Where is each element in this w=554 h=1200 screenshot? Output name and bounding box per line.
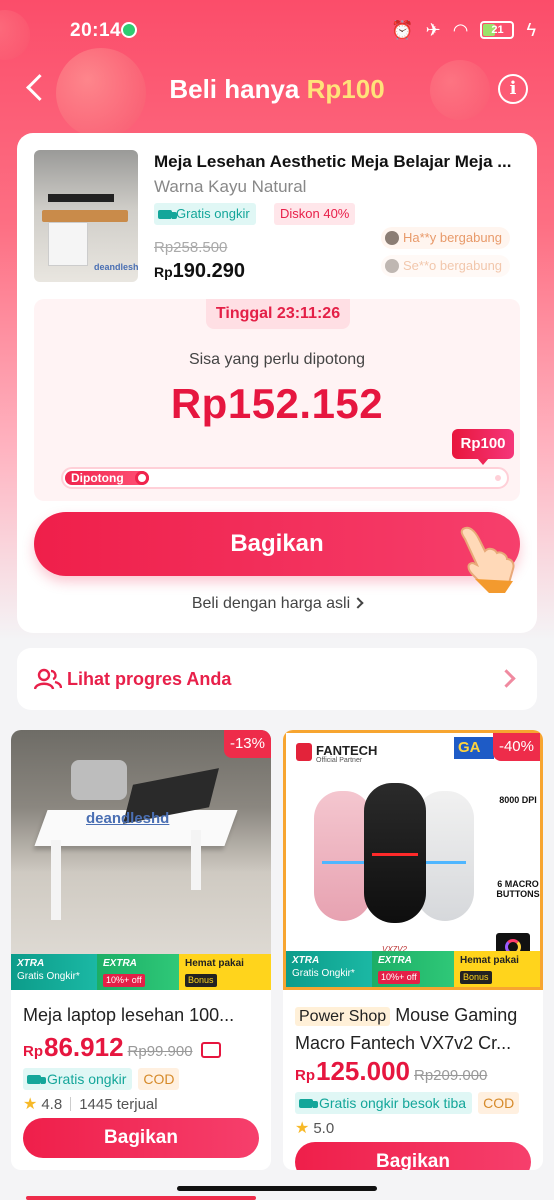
spec-dpi: 8000 DPI — [499, 795, 537, 805]
cut-progress-panel: Tinggal 23:11:26 Sisa yang perlu dipoton… — [34, 299, 520, 501]
remaining-label: Sisa yang perlu dipotong — [188, 351, 366, 368]
whatsapp-icon — [121, 22, 137, 38]
sold-count: 1445 terjual — [79, 1095, 158, 1113]
product-price: Rp 125.000 Rp209.000 — [295, 1056, 488, 1086]
spec-buttons: 6 MACRO BUTTONS — [496, 879, 540, 899]
truck-icon — [27, 1074, 46, 1084]
product-rating: ★ 5.0 — [295, 1119, 335, 1138]
share-button[interactable]: Bagikan — [34, 512, 520, 576]
progress-label: Dipotong — [71, 471, 124, 485]
status-bar: 20:14 ⏰ ✈ ◠ 21 ϟ — [0, 0, 554, 62]
product-original-price: Rp99.900 — [127, 1043, 193, 1060]
joined-user-badge: Se**o bergabung — [381, 255, 511, 277]
next-card-peek — [26, 1196, 256, 1200]
people-icon — [34, 668, 62, 690]
star-icon: ★ — [295, 1120, 310, 1137]
info-icon[interactable]: i — [498, 74, 528, 104]
product-variant: Warna Kayu Natural — [154, 177, 307, 196]
ribbon-label: GA — [454, 737, 494, 759]
share-button[interactable]: Bagikan — [295, 1142, 531, 1170]
charging-icon: ϟ — [526, 20, 536, 40]
discount-tag: Diskon 40% — [274, 203, 356, 225]
product-card[interactable]: deandleshd -13% XTRA Gratis Ongkir* EXTRA… — [11, 730, 271, 1170]
mouse-black — [364, 783, 426, 923]
product-image[interactable]: deandleshd -13% XTRA Gratis Ongkir* EXTRA… — [11, 730, 271, 990]
product-title: Meja Lesehan Aesthetic Meja Belajar Meja… — [154, 152, 512, 171]
discount-badge: -13% — [223, 730, 271, 758]
wifi-icon: ◠ — [452, 20, 469, 40]
avatar — [385, 259, 399, 273]
cod-tag: COD — [138, 1068, 180, 1090]
airplane-icon: ✈ — [425, 20, 441, 40]
truck-icon — [299, 1098, 318, 1108]
battery-icon: 21 — [480, 21, 515, 39]
battery-level: 21 — [491, 24, 504, 36]
free-shipping-tag: Gratis ongkir besok tiba — [295, 1092, 473, 1114]
product-rating: ★ 4.8 1445 terjual — [23, 1095, 158, 1114]
brand-name: FANTECH — [316, 743, 378, 758]
current-price: Rp190.290 — [154, 260, 245, 282]
product-thumbnail[interactable]: deandleshd — [34, 150, 138, 282]
star-icon: ★ — [23, 1096, 38, 1113]
discount-badge: -40% — [492, 733, 540, 761]
paylater-icon — [200, 1042, 221, 1058]
chevron-right-icon — [352, 597, 364, 609]
product-price: Rp 86.912 Rp99.900 — [23, 1032, 221, 1063]
progress-end-dot — [493, 473, 503, 483]
buy-original-link[interactable]: Beli dengan harga asli — [17, 595, 537, 613]
chevron-right-icon — [497, 669, 516, 688]
image-watermark: deandleshd — [86, 810, 170, 827]
bargain-card: deandleshd Meja Lesehan Aesthetic Meja B… — [17, 133, 537, 633]
product-name: Power Shop Mouse Gaming Macro Fantech VX… — [295, 1005, 518, 1053]
pointing-hand-icon — [460, 526, 515, 593]
promo-strip: XTRA Gratis Ongkir* EXTRA 10%+ off Hemat p… — [286, 951, 540, 987]
joined-user-badge: Ha**y bergabung — [381, 227, 511, 249]
status-icons: ⏰ ✈ ◠ 21 ϟ — [391, 20, 536, 40]
cod-tag: COD — [478, 1092, 520, 1114]
progress-knob — [135, 471, 149, 485]
fantech-logo-icon — [296, 743, 312, 761]
thumbnail-watermark: deandleshd — [94, 262, 138, 272]
original-price: Rp258.500 — [154, 239, 228, 256]
remaining-amount: Rp152.152 — [170, 380, 384, 427]
free-shipping-tag: Gratis ongkir — [23, 1068, 133, 1090]
product-original-price: Rp209.000 — [413, 1067, 488, 1084]
product-card[interactable]: FANTECH Official Partner GA 8000 DPI 6 M… — [283, 730, 543, 1170]
product-image[interactable]: FANTECH Official Partner GA 8000 DPI 6 M… — [283, 730, 543, 990]
page-title: Beli hanya Rp100 — [0, 74, 554, 105]
view-progress-label: Lihat progres Anda — [67, 669, 232, 689]
free-shipping-tag: Gratis ongkir — [154, 203, 256, 225]
promo-strip: XTRA Gratis Ongkir* EXTRA 10%+ off Hemat p… — [11, 954, 271, 990]
countdown-timer: Tinggal 23:11:26 — [206, 299, 350, 329]
header: Beli hanya Rp100 i — [0, 62, 554, 118]
target-price-badge: Rp100 — [452, 429, 514, 465]
status-time: 20:14 — [70, 20, 122, 41]
home-indicator[interactable] — [177, 1186, 377, 1191]
product-tags: Gratis ongkir besok tiba COD — [295, 1092, 520, 1114]
truck-icon — [158, 209, 177, 219]
alarm-icon: ⏰ — [391, 20, 414, 40]
title-price: Rp100 — [306, 74, 385, 104]
cut-progress-bar: Dipotong — [61, 467, 509, 489]
product-name: Meja laptop lesehan 100... — [23, 1005, 235, 1025]
view-progress-row[interactable]: Lihat progres Anda — [17, 648, 537, 710]
avatar — [385, 231, 399, 245]
brand-subtitle: Official Partner — [316, 757, 363, 764]
power-shop-tag: Power Shop — [295, 1007, 391, 1026]
product-tags: Gratis ongkir COD — [23, 1068, 180, 1090]
share-button[interactable]: Bagikan — [23, 1118, 259, 1158]
title-prefix: Beli hanya — [169, 74, 300, 104]
